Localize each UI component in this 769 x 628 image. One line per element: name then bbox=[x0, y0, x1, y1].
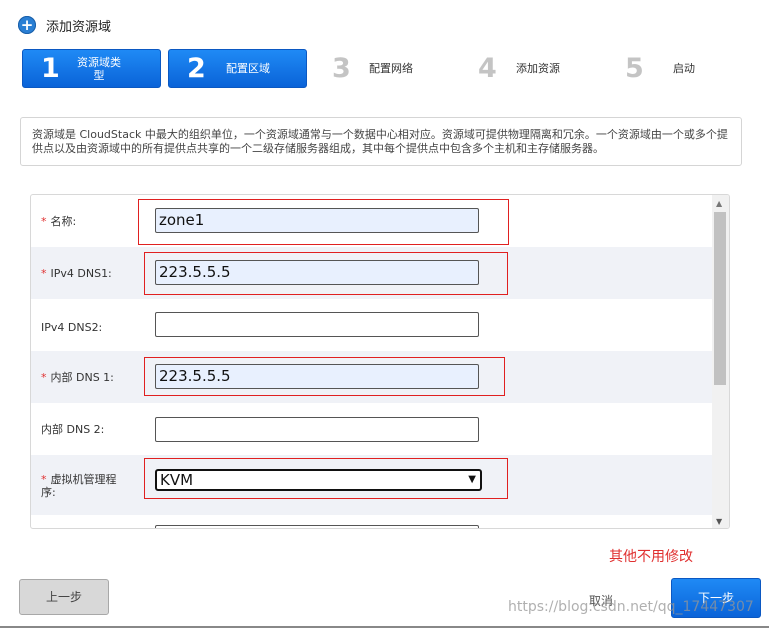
watermark: https://blog.csdn.net/qq_17447307 bbox=[508, 599, 754, 615]
zone-form: * 名称: zone1 * IPv4 DNS1: 223.5.5.5 IPv4 DN… bbox=[30, 194, 730, 529]
step-number: 5 bbox=[625, 53, 644, 84]
required-mark: * bbox=[41, 371, 47, 384]
step-label: 配置区域 bbox=[226, 62, 270, 75]
scroll-down-icon[interactable]: ▼ bbox=[716, 517, 722, 526]
step-label: 资源域类 型 bbox=[77, 55, 121, 82]
form-row-internal-dns2: 内部 DNS 2: bbox=[31, 403, 714, 455]
step-5: 5 启动 bbox=[625, 49, 725, 88]
form-row-next bbox=[31, 515, 714, 528]
required-mark: * bbox=[41, 473, 47, 486]
step-label: 启动 bbox=[673, 62, 695, 75]
zone-description: 资源域是 CloudStack 中最大的组织单位，一个资源域通常与一个数据中心相… bbox=[20, 117, 742, 166]
highlight-box bbox=[138, 199, 509, 245]
previous-button[interactable]: 上一步 bbox=[19, 579, 109, 615]
field-label: 内部 DNS 2: bbox=[41, 423, 105, 436]
dialog-header: + 添加资源域 bbox=[18, 14, 111, 36]
plus-circle-icon: + bbox=[18, 16, 36, 34]
annotation-note: 其他不用修改 bbox=[609, 549, 693, 565]
highlight-box bbox=[144, 252, 508, 295]
form-row-ipv4-dns2: IPv4 DNS2: bbox=[31, 299, 714, 351]
step-4: 4 添加资源 bbox=[478, 49, 598, 88]
scroll-up-icon[interactable]: ▲ bbox=[716, 199, 722, 208]
step-number: 4 bbox=[478, 53, 497, 84]
required-mark: * bbox=[41, 215, 47, 228]
step-3: 3 配置网络 bbox=[332, 49, 452, 88]
ipv4-dns2-input[interactable] bbox=[155, 312, 479, 337]
field-label: IPv4 DNS2: bbox=[41, 321, 103, 334]
wizard-steps: 1 资源域类 型 2 配置区域 3 配置网络 4 添加资源 5 启动 bbox=[22, 49, 752, 89]
dialog-title: 添加资源域 bbox=[46, 19, 112, 35]
step-number: 3 bbox=[332, 53, 351, 84]
scroll-thumb[interactable] bbox=[714, 212, 726, 385]
step-number: 2 bbox=[187, 53, 206, 84]
form-scrollbar[interactable]: ▲ ▼ bbox=[712, 195, 729, 528]
required-mark: * bbox=[41, 267, 47, 280]
step-label: 配置网络 bbox=[369, 62, 413, 75]
field-label: 内部 DNS 1: bbox=[50, 371, 114, 384]
field-label: IPv4 DNS1: bbox=[50, 267, 112, 280]
field-label: 名称: bbox=[50, 215, 77, 228]
step-1[interactable]: 1 资源域类 型 bbox=[22, 49, 161, 88]
highlight-box bbox=[144, 458, 508, 499]
step-number: 1 bbox=[41, 53, 60, 84]
highlight-box bbox=[144, 357, 505, 396]
field-label: 虚拟机管理程 序: bbox=[41, 473, 117, 499]
step-label: 添加资源 bbox=[516, 62, 560, 75]
next-field-input[interactable] bbox=[155, 525, 479, 528]
step-2[interactable]: 2 配置区域 bbox=[168, 49, 307, 88]
internal-dns2-input[interactable] bbox=[155, 417, 479, 442]
